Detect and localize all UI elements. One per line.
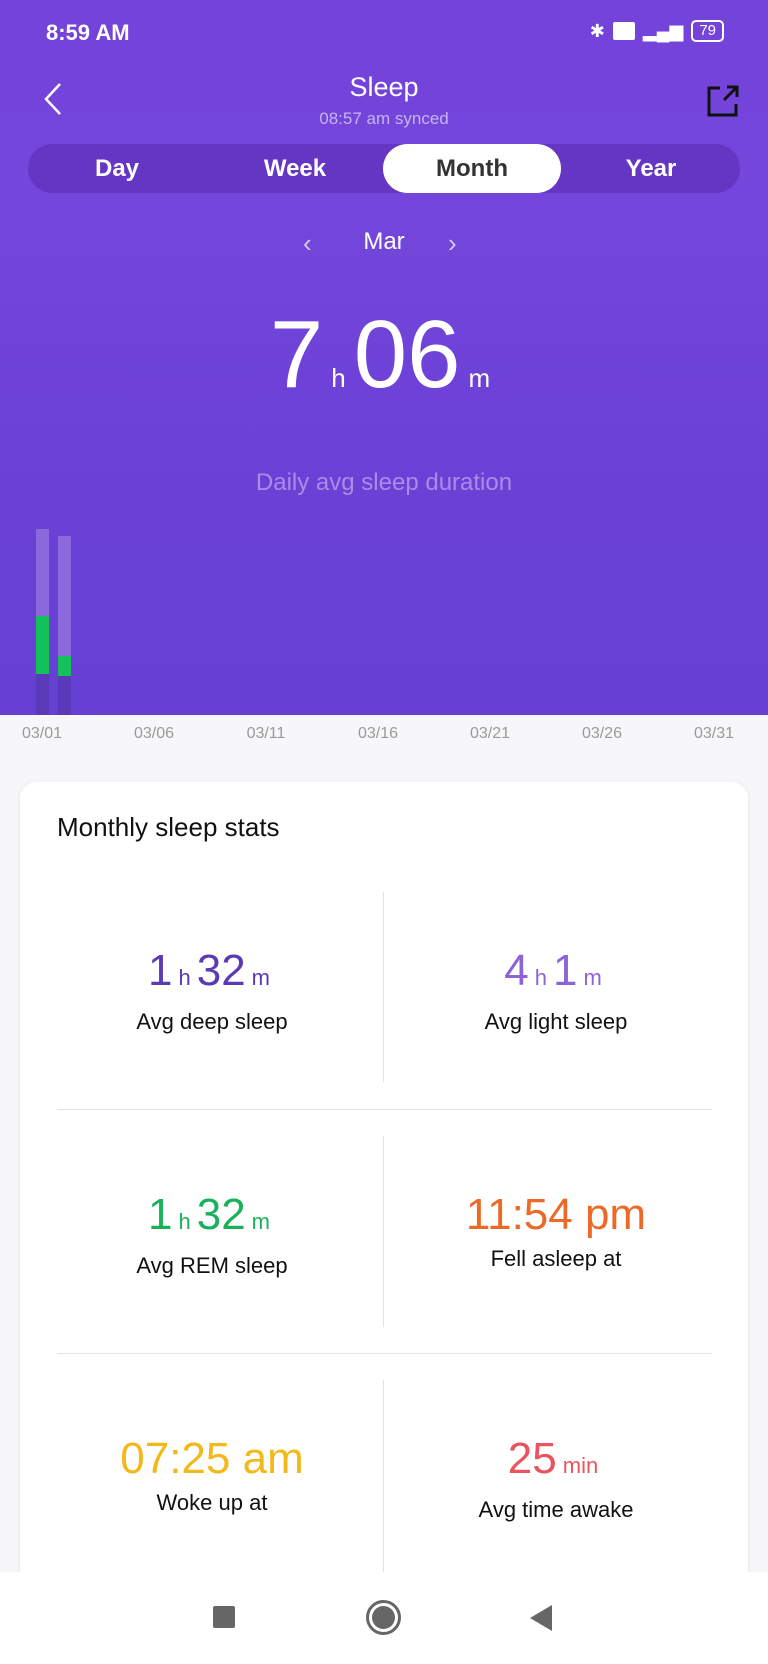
- stat-value: 4h1m: [384, 946, 728, 1003]
- avg-hours: 7: [269, 301, 324, 408]
- stat-unit: h: [178, 965, 191, 990]
- stat-unit: m: [583, 965, 602, 990]
- bar-deep-03/02[interactable]: [57, 676, 71, 715]
- volte-icon: [612, 22, 635, 40]
- divider: [57, 1109, 712, 1110]
- sync-status: 08:57 am synced: [319, 109, 449, 128]
- bar-rem-03/02[interactable]: [57, 655, 71, 677]
- stat-number: 4: [504, 946, 529, 995]
- stats-title: Monthly sleep stats: [57, 812, 280, 842]
- x-tick-label: 03/06: [133, 725, 175, 742]
- bar-light-03/01[interactable]: [35, 528, 49, 617]
- stat-value: 11:54 pm: [384, 1190, 728, 1240]
- stat-number: 07:25 am: [120, 1434, 304, 1483]
- minutes-unit: m: [468, 363, 491, 393]
- x-tick-label: 03/21: [469, 725, 511, 742]
- stat-label: Avg deep sleep: [136, 1009, 288, 1034]
- bluetooth-icon: ✱: [589, 20, 605, 41]
- share-icon[interactable]: [706, 84, 740, 118]
- stat-number: 32: [196, 946, 246, 995]
- stat-avg-time-awake: 25 min Avg time awake: [384, 1434, 728, 1523]
- sleep-hero: 8:59 AM ✱ ▂▄▆ 79 Sleep 08:57 am synced D…: [0, 0, 768, 715]
- bar-deep-03/01[interactable]: [35, 673, 49, 715]
- home-circle-icon[interactable]: [366, 1600, 401, 1635]
- page-title: Sleep: [349, 72, 419, 102]
- chart-x-axis: 03/01 03/06 03/11 03/16 03/21 03/26 03/31: [0, 715, 768, 755]
- stat-number: 25: [507, 1434, 557, 1483]
- month-label: Mar: [363, 228, 405, 255]
- stat-unit: m: [251, 1209, 270, 1234]
- bar-rem-03/01[interactable]: [35, 616, 49, 674]
- tab-week[interactable]: Week: [206, 144, 384, 193]
- x-tick-label: 03/31: [693, 725, 735, 742]
- status-icons: ✱ ▂▄▆ 79: [590, 20, 724, 42]
- signal-icon: ▂▄▆: [642, 20, 684, 41]
- tab-day[interactable]: Day: [28, 144, 206, 193]
- stat-label: Avg light sleep: [484, 1009, 628, 1034]
- stat-label: Woke up at: [156, 1490, 268, 1515]
- bar-light-03/02[interactable]: [57, 536, 71, 656]
- stat-label: Avg time awake: [478, 1497, 634, 1522]
- avg-caption: Daily avg sleep duration: [255, 469, 513, 496]
- back-triangle-icon[interactable]: [530, 1605, 554, 1631]
- stat-number: 11:54 pm: [465, 1190, 647, 1239]
- period-tabs: Day Week Month Year: [28, 144, 740, 193]
- tab-month[interactable]: Month: [383, 144, 561, 193]
- stat-unit: min: [562, 1453, 599, 1478]
- x-tick-label: 03/26: [581, 725, 623, 742]
- x-tick-label: 03/01: [21, 725, 63, 742]
- battery-icon: 79: [691, 20, 724, 42]
- stat-number: 1: [552, 946, 578, 995]
- stat-label: Avg REM sleep: [136, 1253, 288, 1278]
- tab-year[interactable]: Year: [562, 144, 740, 193]
- stat-avg-light-sleep: 4 h 1 m Avg light sleep: [384, 946, 728, 1035]
- recents-square-icon[interactable]: [213, 1606, 235, 1628]
- stat-avg-rem-sleep: 1 h 32 m Avg REM sleep: [40, 1190, 384, 1279]
- x-tick-label: 03/11: [246, 725, 286, 742]
- stat-value: 07:25 am: [40, 1434, 384, 1484]
- stat-unit: m: [251, 965, 270, 990]
- avg-minutes: 06: [353, 301, 461, 408]
- next-month-button[interactable]: ›: [448, 228, 457, 259]
- hours-unit: h: [331, 363, 346, 393]
- divider: [57, 1353, 712, 1354]
- stat-woke-up-at: 07:25 am Woke up at: [40, 1434, 384, 1516]
- stat-number: 32: [196, 1190, 246, 1239]
- stat-fell-asleep-at: 11:54 pm Fell asleep at: [384, 1190, 728, 1272]
- x-tick-label: 03/16: [357, 725, 399, 742]
- stat-value: 25 min: [384, 1434, 728, 1491]
- stat-value: 1 h 32 m: [40, 1190, 384, 1247]
- avg-duration: 7 h06 m: [0, 300, 768, 410]
- stat-number: 1: [147, 946, 173, 995]
- system-nav-bar: [0, 1572, 768, 1664]
- stat-value: 1 h 32 m: [40, 946, 384, 1003]
- stat-number: 1: [147, 1190, 173, 1239]
- stat-avg-deep-sleep: 1 h 32 m Avg deep sleep: [40, 946, 384, 1035]
- monthly-stats-card: Monthly sleep stats 1 h 32 m Avg deep sleep 4…: [20, 782, 748, 1602]
- status-time: 8:59 AM: [46, 20, 130, 45]
- stat-unit: h: [534, 965, 547, 990]
- stat-unit: h: [178, 1209, 191, 1234]
- stat-label: Fell asleep at: [490, 1246, 622, 1271]
